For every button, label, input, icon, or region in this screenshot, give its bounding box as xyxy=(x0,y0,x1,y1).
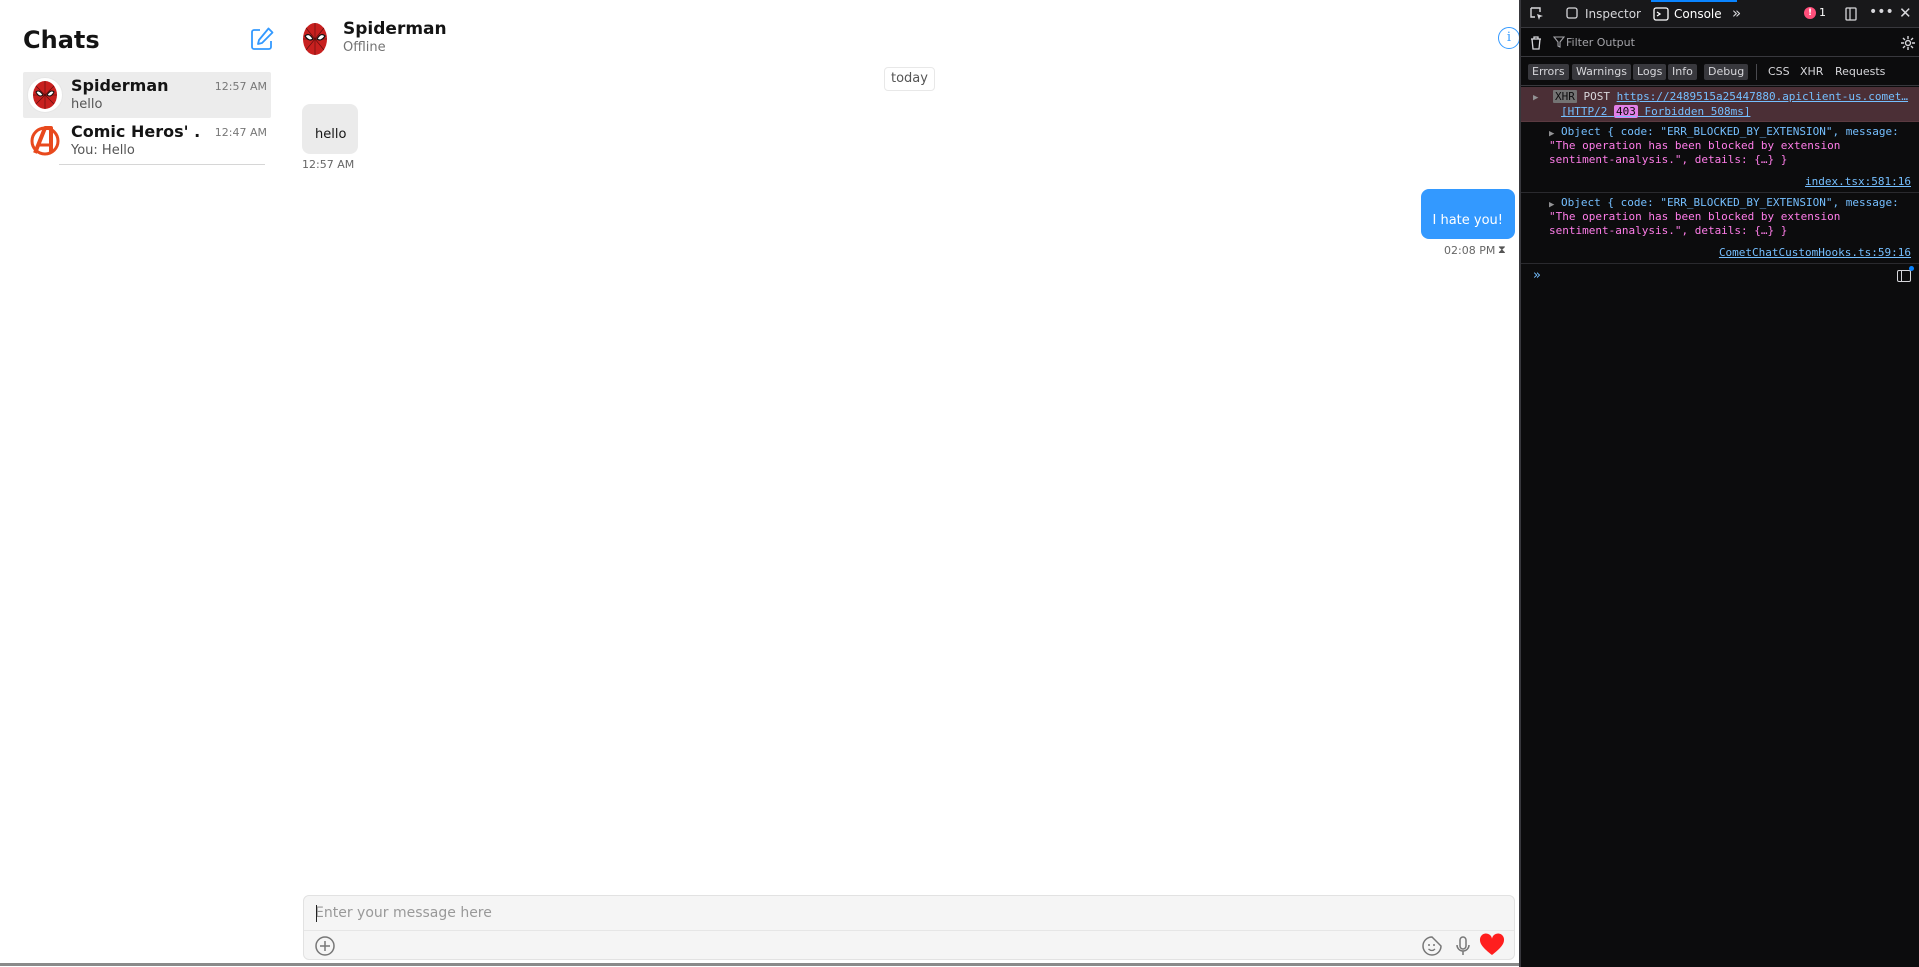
spiderman-avatar xyxy=(27,77,63,113)
close-icon[interactable]: ✕ xyxy=(1899,5,1912,21)
log-line: "The operation has been blocked by exten… xyxy=(1549,139,1841,152)
chat-name: Comic Heros' ... xyxy=(71,122,201,141)
date-separator: today xyxy=(884,67,935,91)
xhr-url[interactable]: https://2489515a25447880.apiclient-us.co… xyxy=(1617,90,1908,103)
expand-triangle-icon[interactable]: ▶ xyxy=(1533,91,1538,105)
devtools-panel: Inspector Console » ! 1 ••• ✕ Filter Outp… xyxy=(1521,0,1919,967)
filter-css[interactable]: CSS xyxy=(1764,64,1794,80)
filter-xhr[interactable]: XHR xyxy=(1796,64,1827,80)
xhr-method: POST xyxy=(1583,90,1611,103)
source-link[interactable]: CometChatCustomHooks.ts:59:16 xyxy=(1719,246,1911,260)
console-log-object[interactable]: ▶ Object { code: "ERR_BLOCKED_BY_EXTENSI… xyxy=(1521,194,1919,264)
error-count-badge[interactable]: ! 1 xyxy=(1804,6,1826,19)
chat-last-message: hello xyxy=(71,97,103,112)
conversation-title: Spiderman xyxy=(343,19,447,39)
more-tabs-icon[interactable]: » xyxy=(1732,5,1741,21)
error-count: 1 xyxy=(1819,6,1826,19)
log-line: "The operation has been blocked by exten… xyxy=(1549,210,1841,223)
filter-warnings[interactable]: Warnings xyxy=(1572,64,1631,80)
console-level-filters: Errors Warnings Logs Info Debug CSS XHR … xyxy=(1521,58,1919,86)
split-console-icon[interactable] xyxy=(1897,270,1911,282)
chat-time: 12:47 AM xyxy=(214,126,267,139)
filter-errors[interactable]: Errors xyxy=(1528,64,1569,80)
chat-item-spiderman[interactable]: Spiderman hello 12:57 AM xyxy=(23,72,271,118)
filter-requests[interactable]: Requests xyxy=(1831,64,1889,80)
tab-console[interactable]: Console xyxy=(1674,0,1722,28)
message-composer xyxy=(303,895,1515,960)
outgoing-message-bubble[interactable]: I hate you! xyxy=(1421,189,1515,239)
chat-list-sidebar: Chats Spiderman hello 12:57 AM Comic Her… xyxy=(0,0,280,967)
filter-info[interactable]: Info xyxy=(1668,64,1697,80)
tab-inspector[interactable]: Inspector xyxy=(1585,0,1641,28)
text-caret xyxy=(316,905,317,922)
sticker-icon[interactable] xyxy=(1420,934,1444,958)
add-icon[interactable] xyxy=(313,934,337,958)
avengers-avatar xyxy=(27,123,63,159)
console-log-object[interactable]: ▶ Object { code: "ERR_BLOCKED_BY_EXTENSI… xyxy=(1521,123,1919,193)
message-time: 02:08 PM xyxy=(1444,244,1496,257)
chat-name: Spiderman xyxy=(71,76,169,95)
xhr-tag: XHR xyxy=(1553,90,1577,103)
chat-divider xyxy=(59,164,265,165)
filter-debug[interactable]: Debug xyxy=(1704,64,1749,80)
log-line: Object { code: "ERR_BLOCKED_BY_EXTENSION… xyxy=(1561,125,1899,138)
filter-logs[interactable]: Logs xyxy=(1633,64,1667,80)
heart-icon[interactable] xyxy=(1479,933,1505,957)
xhr-protocol: [HTTP/2 xyxy=(1561,105,1608,118)
error-icon: ! xyxy=(1804,7,1816,19)
app-root: Chats Spiderman hello 12:57 AM Comic Her… xyxy=(0,0,1919,967)
devtools-toolbar: Inspector Console » ! 1 ••• ✕ xyxy=(1521,0,1919,28)
settings-icon[interactable] xyxy=(1900,35,1916,56)
console-icon xyxy=(1653,6,1669,27)
console-prompt-icon[interactable]: » xyxy=(1533,268,1541,283)
source-link[interactable]: index.tsx:581:16 xyxy=(1805,175,1911,189)
message-text: I hate you! xyxy=(1432,213,1504,228)
sidebar-header: Chats xyxy=(23,24,275,56)
spiderman-avatar[interactable] xyxy=(300,21,330,57)
xhr-status: 403 xyxy=(1613,105,1638,118)
pending-icon: ⧗ xyxy=(1498,243,1506,256)
xhr-status-text: Forbidden 508ms] xyxy=(1644,105,1751,118)
console-log-xhr[interactable]: ▶ XHR POST https://2489515a25447880.apic… xyxy=(1521,87,1919,122)
inspector-icon xyxy=(1565,6,1579,25)
filter-icon xyxy=(1552,36,1566,53)
responsive-icon[interactable] xyxy=(1843,6,1859,27)
composer-divider xyxy=(304,930,1514,931)
chat-item-comic-heros[interactable]: Comic Heros' ... You: Hello 12:47 AM xyxy=(23,118,271,165)
log-line: sentiment-analysis.", details: {…} } xyxy=(1549,153,1788,166)
split-indicator-dot xyxy=(1909,266,1914,271)
message-time: 12:57 AM xyxy=(302,158,355,171)
message-input[interactable] xyxy=(315,901,1495,925)
conversation-header: Spiderman Offline xyxy=(300,18,1518,62)
filter-output-input[interactable]: Filter Output xyxy=(1566,35,1896,51)
info-icon[interactable]: i xyxy=(1498,27,1520,49)
conversation-status: Offline xyxy=(343,40,386,55)
chat-time: 12:57 AM xyxy=(214,80,267,93)
log-line: sentiment-analysis.", details: {…} } xyxy=(1549,224,1788,237)
log-line: Object { code: "ERR_BLOCKED_BY_EXTENSION… xyxy=(1561,196,1899,209)
sidebar-title: Chats xyxy=(23,26,100,54)
trash-icon[interactable] xyxy=(1529,35,1543,56)
more-icon[interactable]: ••• xyxy=(1869,4,1894,20)
filter-separator xyxy=(1756,64,1757,80)
compose-icon[interactable] xyxy=(249,26,275,52)
pick-element-icon[interactable] xyxy=(1529,6,1545,27)
console-filter-bar: Filter Output xyxy=(1521,29,1919,57)
message-text: hello xyxy=(315,127,347,142)
window-bottom-edge xyxy=(0,963,1519,966)
microphone-icon[interactable] xyxy=(1451,934,1475,958)
chat-last-message: You: Hello xyxy=(71,143,135,158)
incoming-message-bubble[interactable]: hello xyxy=(302,104,358,154)
